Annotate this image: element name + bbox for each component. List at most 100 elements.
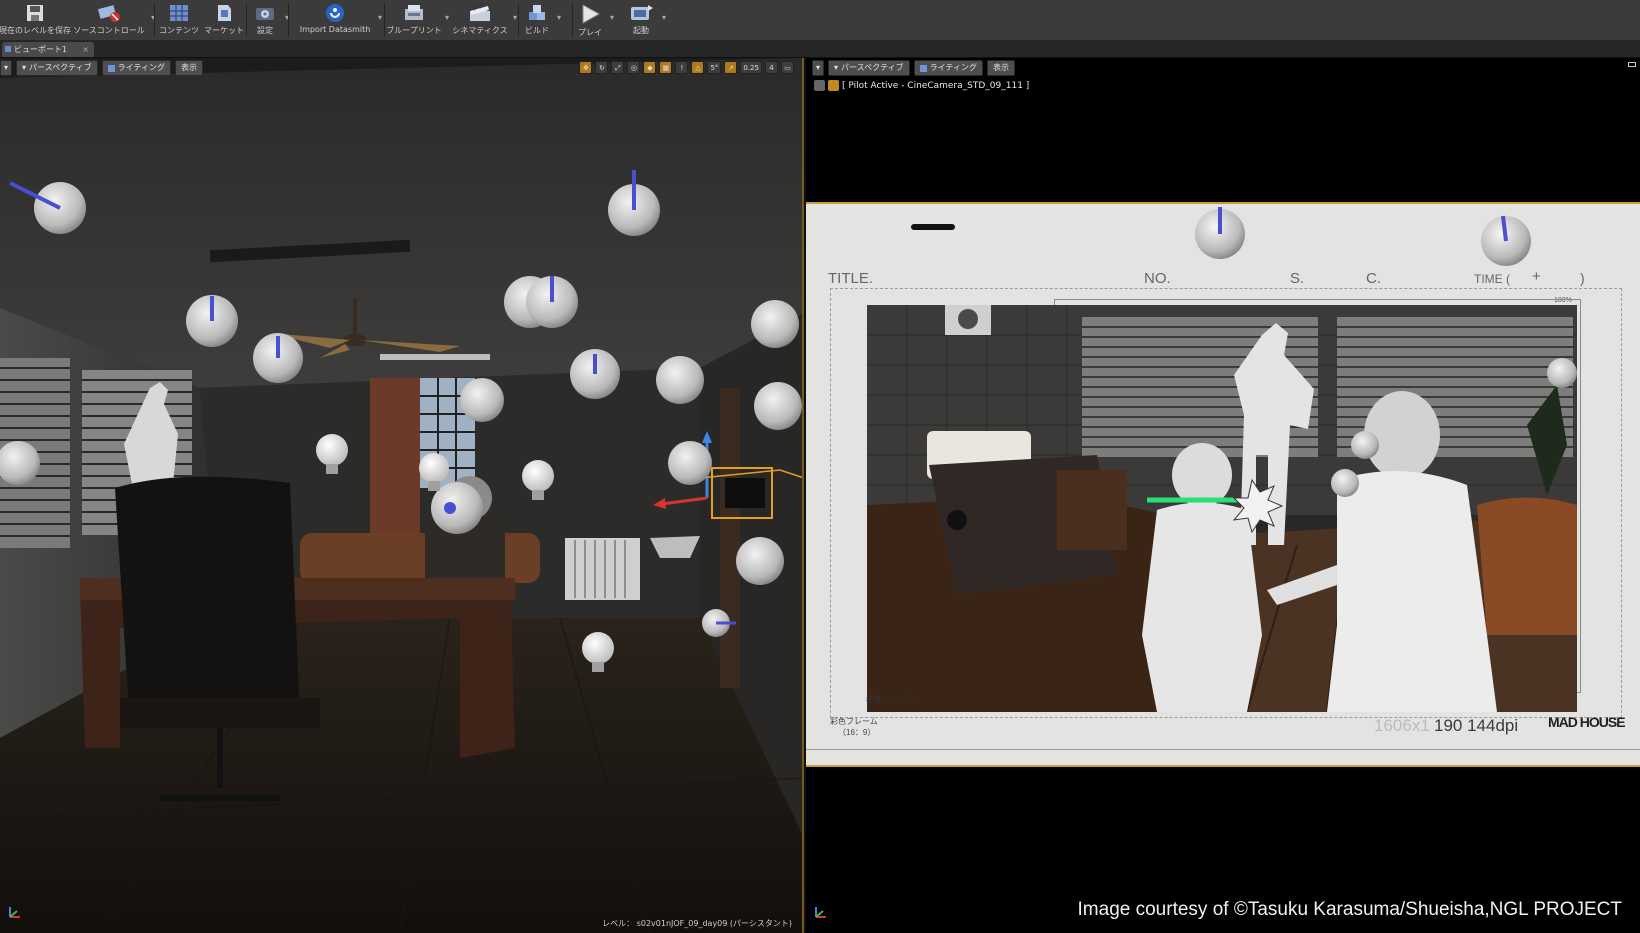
show-button[interactable]: 表示: [986, 60, 1015, 76]
content-label: コンテンツ: [159, 26, 199, 35]
scale-snap-value[interactable]: 0.25: [740, 61, 762, 74]
point-light-bulb-icon[interactable]: [316, 434, 348, 474]
spot-light-icon[interactable]: [0, 441, 40, 485]
viewport-cinecamera-right[interactable]: ▾ ▾ パースペクティブ ライティング 表示 [ Pilot Active - C…: [806, 58, 1640, 933]
spot-light-icon[interactable]: [702, 609, 736, 637]
spot-light-icon[interactable]: [736, 537, 784, 585]
toolbar-divider: [384, 3, 385, 37]
spot-light-icon[interactable]: [570, 349, 620, 399]
point-light-bulb-icon[interactable]: [1331, 469, 1359, 497]
world-local-icon[interactable]: ◎: [627, 61, 641, 74]
rotation-snap-icon[interactable]: △: [691, 61, 705, 74]
storyboard-time: TIME (: [1474, 272, 1510, 286]
save-icon: [27, 5, 43, 21]
aspect-ratio-label: （16：9）: [838, 728, 876, 737]
pilot-active-indicator: [ Pilot Active - CineCamera_STD_09_111 ]: [814, 80, 1029, 91]
spot-light-icon[interactable]: [460, 378, 504, 422]
spot-light-icon[interactable]: [253, 333, 303, 383]
spot-light-icon[interactable]: [656, 356, 704, 404]
blueprint-button[interactable]: ブループリント ▾: [386, 0, 449, 40]
grid-snap-value[interactable]: !: [675, 61, 689, 74]
chevron-down-icon: ▾: [834, 63, 839, 72]
chevron-down-icon[interactable]: ▾: [662, 13, 666, 22]
spot-light-icon[interactable]: [668, 441, 712, 485]
camera-speed-value[interactable]: 4: [765, 61, 778, 74]
marketplace-icon: [218, 5, 231, 21]
maximize-viewport-icon[interactable]: ▭: [781, 61, 794, 74]
spot-light-icon[interactable]: [1195, 207, 1245, 259]
surface-snap-icon[interactable]: ◆: [643, 61, 657, 74]
perspective-label: パースペクティブ: [841, 63, 904, 72]
rotate-tool-icon[interactable]: ↻: [595, 61, 609, 74]
spot-light-icon[interactable]: [608, 170, 660, 236]
build-button[interactable]: ビルド ▾: [522, 0, 561, 40]
viewport-menu-button[interactable]: ▾: [812, 60, 825, 76]
perspective-button[interactable]: ▾ パースペクティブ: [16, 60, 98, 76]
point-light-bulb-icon[interactable]: [582, 632, 614, 672]
settings-icon: [256, 8, 274, 20]
launch-button[interactable]: 起動 ▾: [626, 0, 666, 40]
point-light-bulb-icon[interactable]: [522, 460, 554, 500]
cinematics-button[interactable]: シネマティクス ▾: [452, 0, 517, 40]
datasmith-icon: [326, 4, 344, 22]
spot-light-icon[interactable]: [9, 181, 86, 234]
chevron-down-icon[interactable]: ▾: [378, 13, 382, 22]
storyboard-frame-overlay: TITLE. NO. S. C. TIME ( + ) 100% 標準フレーム …: [806, 202, 1640, 767]
translate-tool-icon[interactable]: ✥: [579, 61, 593, 74]
chevron-down-icon[interactable]: ▾: [445, 13, 449, 22]
transform-tools-bar: ✥ ↻ ⤢ ◎ ◆ ▦ ! △ 5° ↗ 0.25 4 ▭: [579, 61, 794, 74]
point-light-bulb-icon[interactable]: [1547, 358, 1577, 388]
viewport-menu-button[interactable]: ▾: [0, 60, 13, 76]
toolbar-divider: [518, 3, 519, 37]
spot-light-icon[interactable]: [754, 382, 802, 430]
maximize-viewport-icon[interactable]: [1628, 62, 1636, 67]
content-button[interactable]: コンテンツ: [158, 0, 200, 40]
play-button[interactable]: プレイ ▾: [576, 0, 614, 40]
camera-lock-icon[interactable]: [828, 80, 839, 91]
save-level-button[interactable]: 現在のレベルを保存: [0, 0, 71, 40]
pilot-active-label: [ Pilot Active - CineCamera_STD_09_111 ]: [842, 80, 1030, 91]
lighting-label: ライティング: [117, 63, 165, 72]
lighting-button[interactable]: ライティング: [913, 60, 983, 76]
settings-button[interactable]: 設定 ▾: [250, 0, 289, 40]
spot-light-icon[interactable]: [1351, 431, 1379, 459]
chevron-down-icon[interactable]: ▾: [513, 13, 517, 22]
perspective-button[interactable]: ▾ パースペクティブ: [828, 60, 910, 76]
spot-light-icon[interactable]: [751, 300, 799, 348]
show-button[interactable]: 表示: [174, 60, 203, 76]
close-icon[interactable]: ×: [82, 42, 89, 57]
chevron-down-icon[interactable]: ▾: [610, 13, 614, 22]
lighting-button[interactable]: ライティング: [101, 60, 171, 76]
source-control-icon: [97, 5, 120, 22]
resolution-faint-text: 1606x1: [1374, 716, 1430, 735]
content-icon: [170, 5, 188, 21]
grid-snap-icon[interactable]: ▦: [659, 61, 673, 74]
camera-view-render: [867, 305, 1577, 712]
blueprint-icon: [405, 5, 423, 20]
viewport-options-bar: ▾ ▾ パースペクティブ ライティング 表示: [812, 60, 1015, 76]
axis-indicator-icon: [814, 904, 828, 923]
spot-light-icon[interactable]: [504, 276, 578, 328]
launch-label: 起動: [633, 26, 649, 35]
eject-pilot-icon[interactable]: [814, 80, 825, 91]
chevron-down-icon[interactable]: ▾: [557, 13, 561, 22]
play-icon: [582, 4, 601, 24]
toolbar-divider: [154, 3, 155, 37]
scale-tool-icon[interactable]: ⤢: [611, 61, 625, 74]
viewport-perspective-left[interactable]: ▾ ▾ パースペクティブ ライティング 表示 ✥ ↻ ⤢ ◎ ◆ ▦ ! △ 5°…: [0, 58, 804, 933]
spot-light-icon[interactable]: [1481, 215, 1531, 266]
lighting-icon: [107, 64, 115, 72]
source-control-button[interactable]: ソースコントロール ▾: [72, 0, 155, 40]
rotation-snap-value[interactable]: 5°: [707, 61, 722, 74]
toolbar-divider: [288, 3, 289, 37]
play-label: プレイ: [578, 28, 602, 37]
import-datasmith-label: Import Datasmith: [299, 25, 371, 34]
scale-snap-icon[interactable]: ↗: [724, 61, 738, 74]
resolution-text: 190 144dpi: [1434, 716, 1519, 735]
tab-viewport1-label: ビューポート1: [14, 45, 68, 54]
marketplace-button[interactable]: マーケット: [204, 0, 244, 40]
import-datasmith-button[interactable]: Import Datasmith ▾: [292, 0, 382, 40]
tab-viewport1[interactable]: ビューポート1 ×: [2, 42, 94, 57]
show-label: 表示: [992, 63, 1009, 72]
spot-light-icon[interactable]: [186, 295, 238, 347]
